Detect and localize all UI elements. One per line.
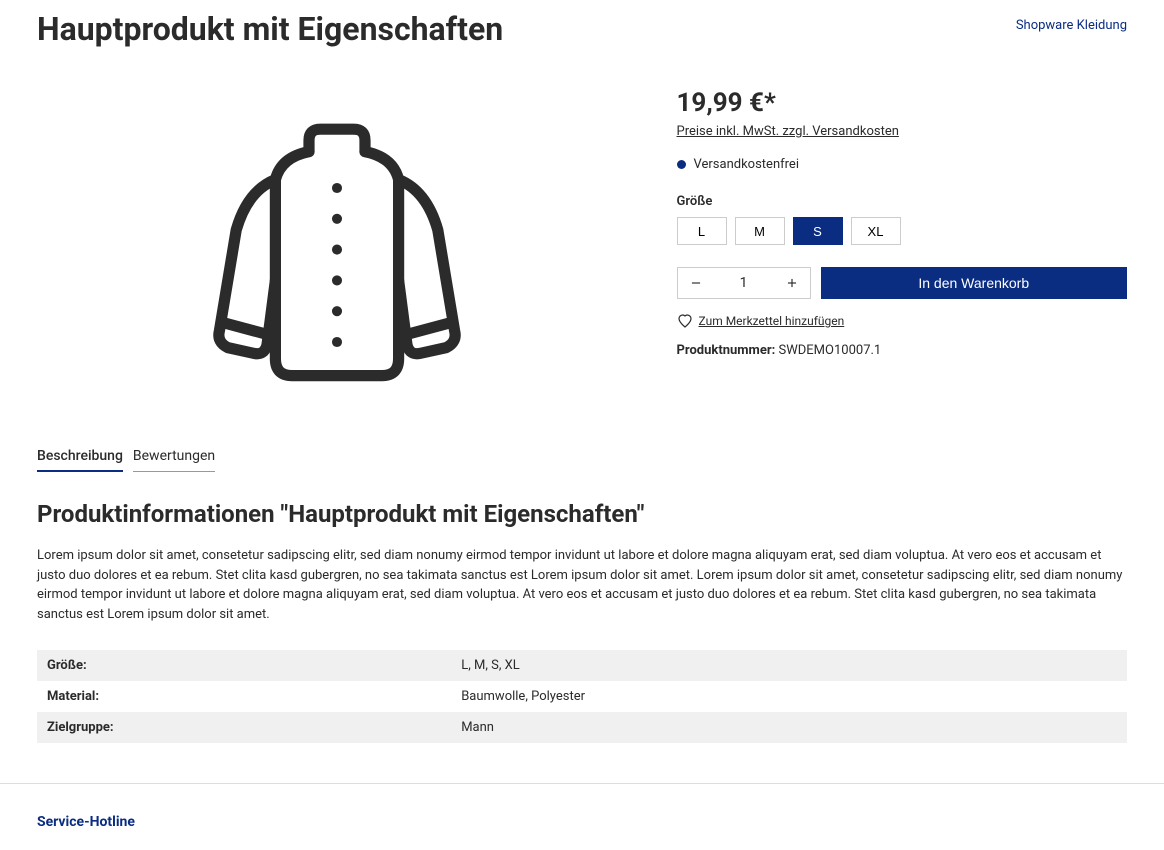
table-row: Material: Baumwolle, Polyester: [37, 681, 1127, 712]
product-image: [37, 78, 637, 398]
table-row: Zielgruppe: Mann: [37, 712, 1127, 743]
prop-value: Mann: [451, 712, 1127, 743]
info-title: Produktinformationen "Hauptprodukt mit E…: [37, 500, 1127, 528]
product-number: SWDEMO10007.1: [779, 343, 882, 358]
wishlist-link[interactable]: Zum Merkzettel hinzufügen: [699, 314, 845, 328]
size-option-xl[interactable]: XL: [851, 217, 901, 245]
product-number-label: Produktnummer:: [677, 343, 776, 358]
footer-hotline-title: Service-Hotline: [37, 814, 1127, 830]
description-text: Lorem ipsum dolor sit amet, consetetur s…: [37, 546, 1127, 624]
size-option-l[interactable]: L: [677, 217, 727, 245]
size-option-s[interactable]: S: [793, 217, 843, 245]
add-to-cart-button[interactable]: In den Warenkorb: [821, 267, 1128, 299]
prop-label: Größe:: [37, 650, 451, 681]
heart-icon: [677, 313, 693, 329]
prop-label: Material:: [37, 681, 451, 712]
size-option-m[interactable]: M: [735, 217, 785, 245]
tab-reviews[interactable]: Bewertungen: [133, 448, 215, 472]
quantity-increase-button[interactable]: [774, 268, 810, 298]
shirt-icon: [197, 118, 477, 398]
plus-icon: [785, 276, 799, 290]
quantity-value: 1: [714, 268, 774, 298]
availability-dot-icon: [677, 160, 686, 169]
table-row: Größe: L, M, S, XL: [37, 650, 1127, 681]
size-options: L M S XL: [677, 217, 1128, 245]
footer-divider: [0, 783, 1164, 784]
page-title: Hauptprodukt mit Eigenschaften: [37, 10, 503, 48]
prop-value: Baumwolle, Polyester: [451, 681, 1127, 712]
prop-label: Zielgruppe:: [37, 712, 451, 743]
tab-description[interactable]: Beschreibung: [37, 448, 123, 472]
shipping-label: Versandkostenfrei: [694, 157, 800, 172]
quantity-decrease-button[interactable]: [678, 268, 714, 298]
prop-value: L, M, S, XL: [451, 650, 1127, 681]
quantity-stepper: 1: [677, 267, 811, 299]
price-note-link[interactable]: Preise inkl. MwSt. zzgl. Versandkosten: [677, 124, 899, 139]
tabs: Beschreibung Bewertungen: [37, 448, 1127, 472]
brand-link[interactable]: Shopware Kleidung: [1016, 10, 1127, 33]
properties-table: Größe: L, M, S, XL Material: Baumwolle, …: [37, 650, 1127, 743]
minus-icon: [689, 276, 703, 290]
size-label: Größe: [677, 194, 1128, 209]
price: 19,99 €*: [677, 88, 1128, 118]
